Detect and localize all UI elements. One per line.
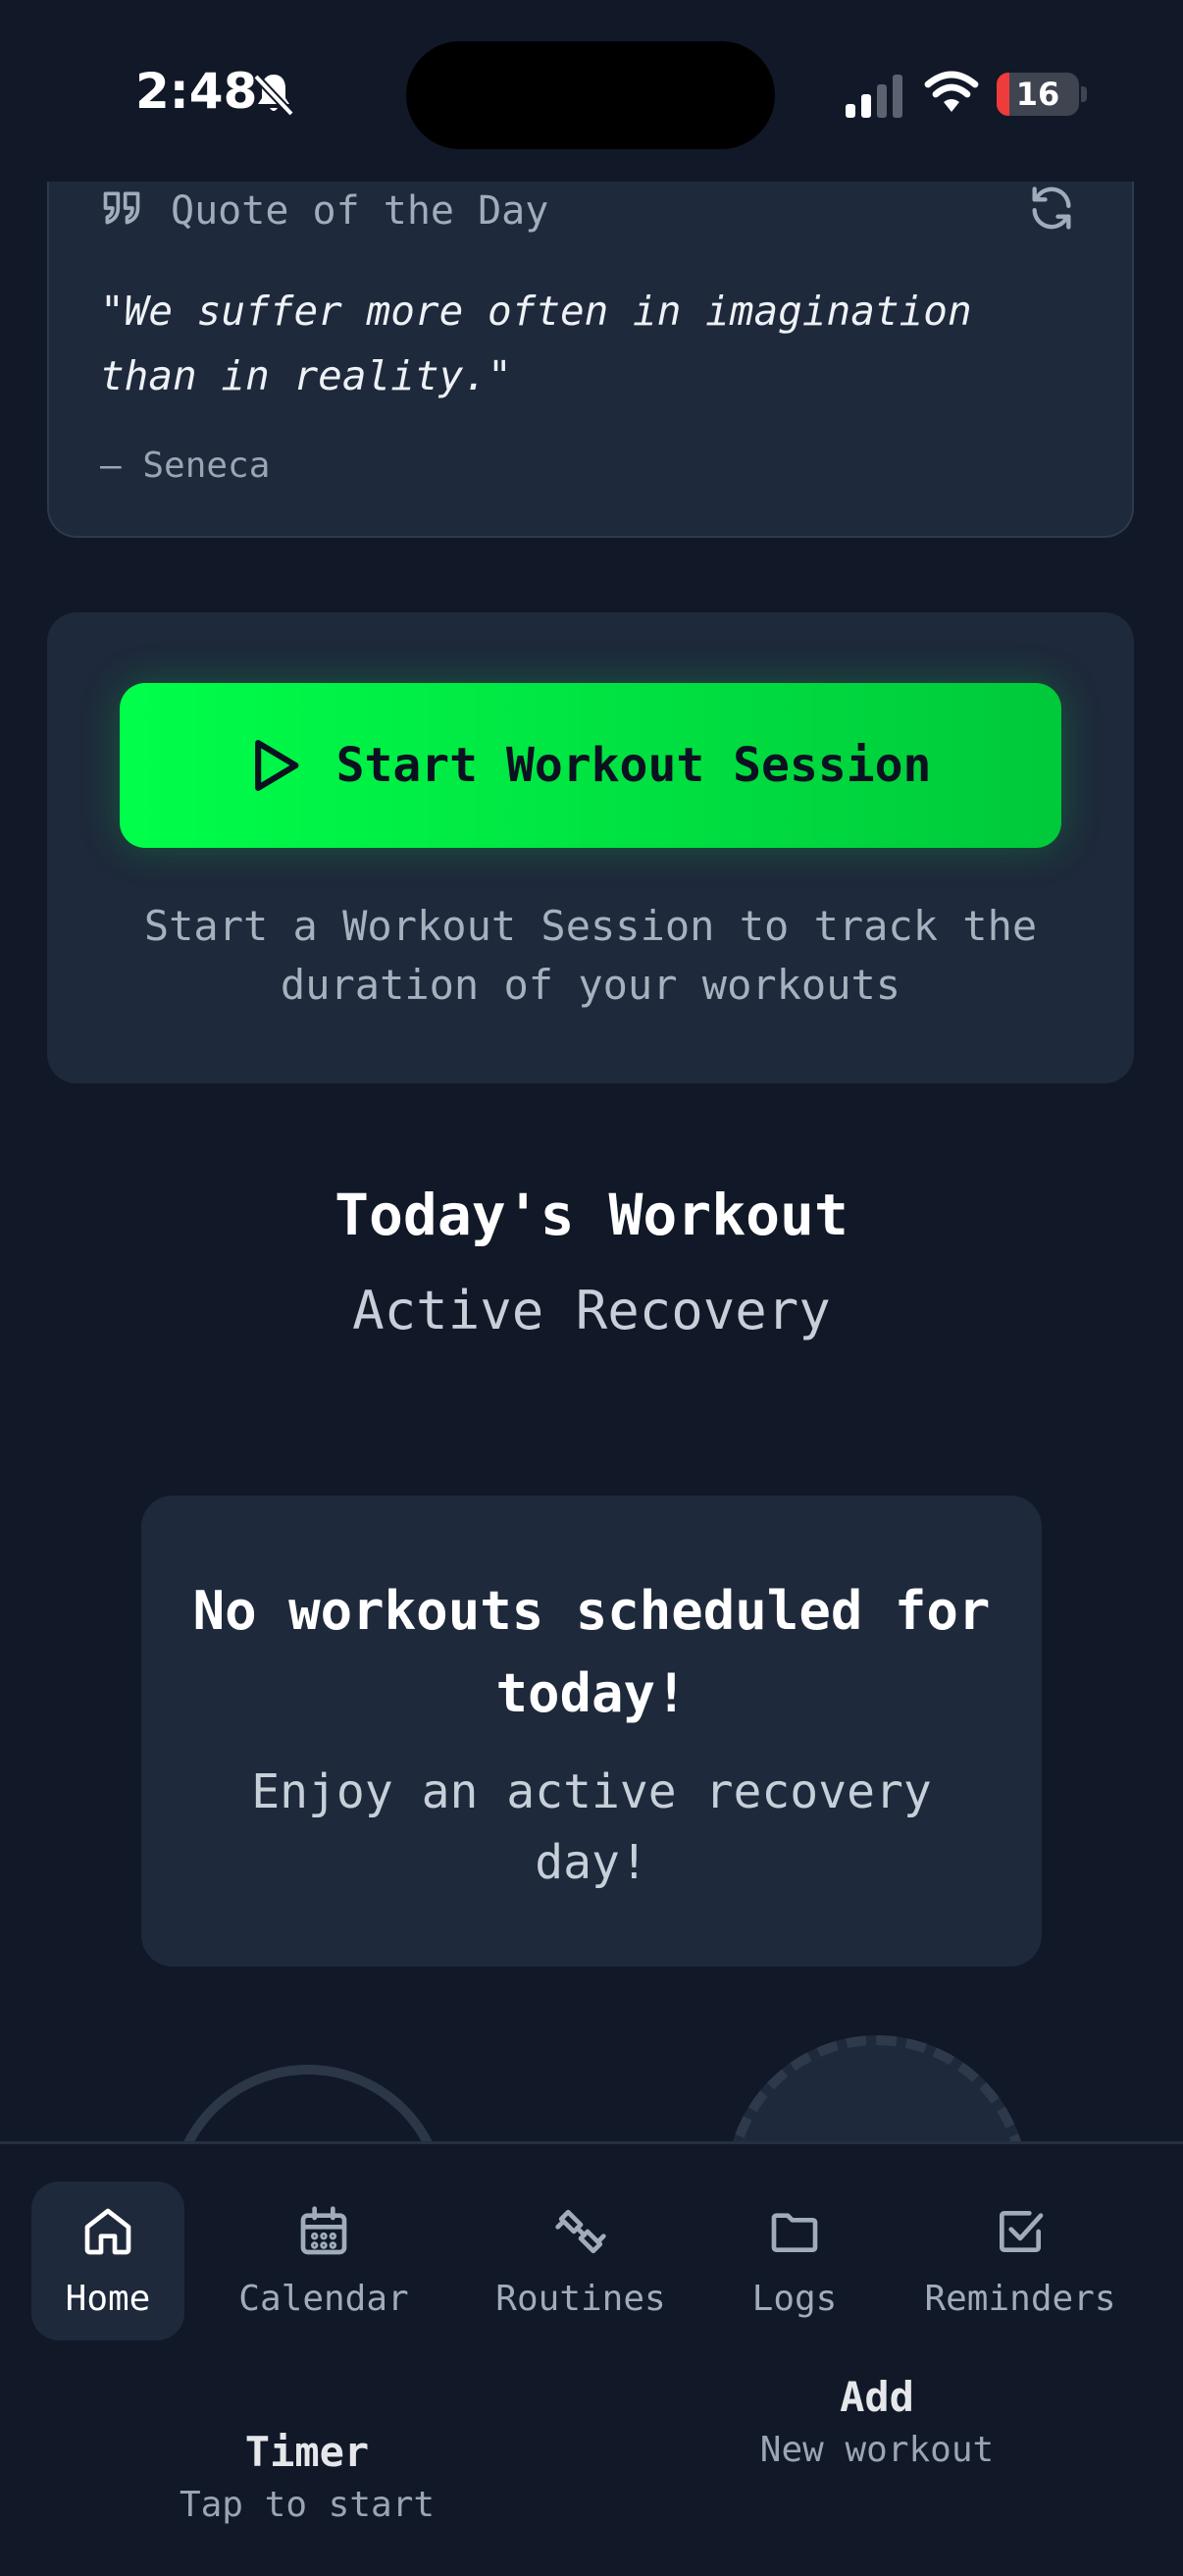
wifi-icon <box>924 71 979 112</box>
dynamic-island <box>406 41 775 149</box>
battery-nub <box>1081 86 1087 102</box>
battery-level: 16 <box>1015 76 1060 113</box>
quote-text: "We suffer more often in imagination tha… <box>100 288 972 399</box>
nav-label-logs: Logs <box>751 2278 838 2319</box>
nav-item-reminders[interactable]: Reminders <box>912 2182 1128 2340</box>
no-workout-title: No workouts scheduled for today! <box>192 1580 991 1724</box>
todays-workout-title: Today's Workout <box>334 1182 849 1248</box>
start-workout-session-label: Start Workout Session <box>335 738 932 793</box>
refresh-icon[interactable] <box>1026 183 1077 234</box>
quote-icon <box>103 191 140 225</box>
nav-label-routines: Routines <box>495 2278 666 2319</box>
nav-item-calendar[interactable]: Calendar <box>228 2182 420 2340</box>
home-icon <box>84 2208 131 2254</box>
status-bar: 2:48 16 <box>0 0 1183 182</box>
quote-author: — Seneca <box>100 446 271 486</box>
status-time: 2:48 <box>135 63 258 120</box>
cellular-signal-icon <box>846 75 902 118</box>
nav-item-logs[interactable]: Logs <box>728 2182 861 2340</box>
no-workout-message: Enjoy an active recovery day! <box>251 1764 932 1890</box>
timer-label: Timer <box>244 2428 370 2476</box>
nav-label-reminders: Reminders <box>924 2278 1116 2319</box>
bell-slash-icon <box>253 74 294 117</box>
start-session-card: Start Workout Session Start a Workout Se… <box>47 612 1134 1083</box>
nav-label-home: Home <box>65 2278 151 2319</box>
add-workout-label: Add <box>840 2373 914 2421</box>
nav-item-home[interactable]: Home <box>31 2182 184 2340</box>
folder-icon <box>771 2212 818 2252</box>
battery-icon: 16 <box>997 73 1079 116</box>
play-icon <box>254 740 298 791</box>
no-workout-card: No workouts scheduled for today! Enjoy a… <box>141 1496 1042 1967</box>
calendar-icon <box>300 2205 347 2254</box>
quote-heading: Quote of the Day <box>171 188 549 234</box>
start-session-hint: Start a Workout Session to track the dur… <box>143 902 1038 1009</box>
dumbbell-icon <box>555 2209 606 2253</box>
start-workout-session-button[interactable]: Start Workout Session <box>120 683 1061 848</box>
add-workout-sublabel: New workout <box>759 2430 995 2470</box>
checkbox-icon <box>1000 2210 1044 2252</box>
timer-sublabel: Tap to start <box>179 2485 436 2525</box>
todays-workout-subtitle: Active Recovery <box>352 1280 831 1341</box>
nav-label-calendar: Calendar <box>238 2278 409 2319</box>
nav-item-routines[interactable]: Routines <box>483 2182 679 2340</box>
